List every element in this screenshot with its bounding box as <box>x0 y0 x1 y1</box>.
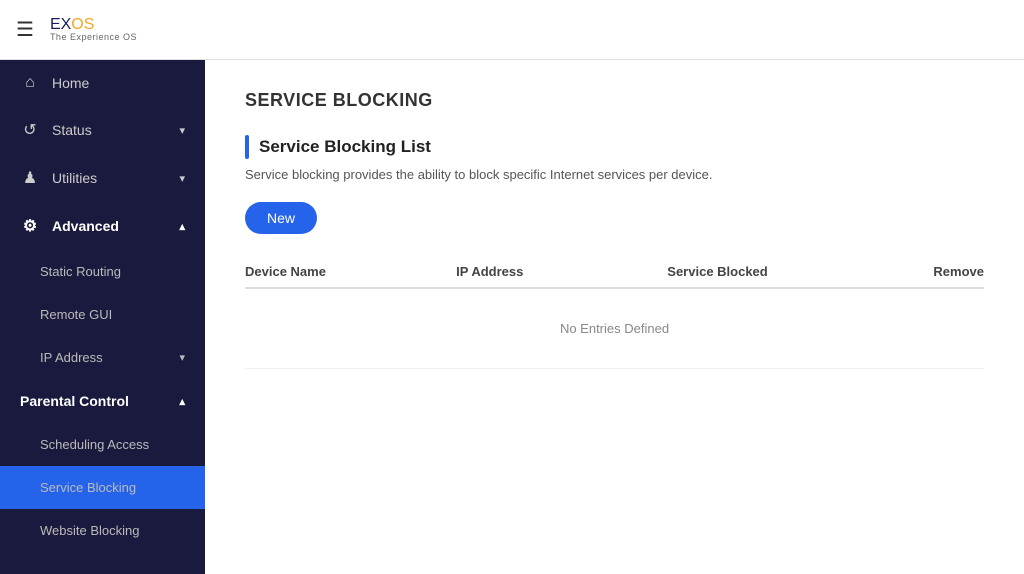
status-chevron: ▾ <box>179 124 185 137</box>
sidebar-item-parental-control[interactable]: Parental Control ▴ <box>0 379 205 423</box>
sidebar-item-home[interactable]: ⌂ Home <box>0 60 205 106</box>
sidebar-label-home: Home <box>52 75 185 91</box>
sidebar-item-static-routing[interactable]: Static Routing <box>0 250 205 293</box>
table-header: Device Name IP Address Service Blocked R… <box>245 264 984 289</box>
ip-address-chevron: ▾ <box>179 351 185 364</box>
hamburger-icon[interactable]: ☰ <box>16 17 34 42</box>
sidebar: ⌂ Home ↺ Status ▾ ♟ Utilities ▾ ⚙ Advanc… <box>0 60 205 574</box>
logo-os: OS <box>71 16 94 33</box>
sidebar-item-utilities[interactable]: ♟ Utilities ▾ <box>0 154 205 202</box>
sidebar-label-service-blocking: Service Blocking <box>40 480 185 495</box>
advanced-icon: ⚙ <box>20 216 40 236</box>
logo: EXOS The Experience OS <box>50 16 137 43</box>
sidebar-item-status[interactable]: ↺ Status ▾ <box>0 106 205 154</box>
section-header-bar: Service Blocking List <box>245 135 984 159</box>
top-header: ☰ EXOS The Experience OS <box>0 0 1024 60</box>
sidebar-label-website-blocking: Website Blocking <box>40 523 185 538</box>
col-device-name: Device Name <box>245 264 456 279</box>
utilities-chevron: ▾ <box>179 172 185 185</box>
service-blocking-table: Device Name IP Address Service Blocked R… <box>245 264 984 369</box>
col-remove: Remove <box>878 264 984 279</box>
sidebar-label-advanced: Advanced <box>52 218 175 234</box>
content-area: SERVICE BLOCKING Service Blocking List S… <box>205 60 1024 574</box>
section-accent <box>245 135 249 159</box>
new-button[interactable]: New <box>245 202 317 234</box>
utilities-icon: ♟ <box>20 168 40 188</box>
sidebar-item-website-blocking[interactable]: Website Blocking <box>0 509 205 552</box>
logo-ex: EX <box>50 16 71 33</box>
sidebar-label-status: Status <box>52 122 175 138</box>
page-title: SERVICE BLOCKING <box>245 90 984 111</box>
sidebar-label-ip-address: IP Address <box>40 350 175 365</box>
sidebar-item-service-blocking[interactable]: Service Blocking <box>0 466 205 509</box>
sidebar-item-remote-gui[interactable]: Remote GUI <box>0 293 205 336</box>
sidebar-label-static-routing: Static Routing <box>40 264 185 279</box>
no-entries-message: No Entries Defined <box>560 321 669 336</box>
sidebar-label-utilities: Utilities <box>52 170 175 186</box>
sidebar-item-advanced[interactable]: ⚙ Advanced ▴ <box>0 202 205 250</box>
parental-control-chevron: ▴ <box>179 395 185 408</box>
sidebar-label-parental-control: Parental Control <box>20 393 175 409</box>
sidebar-item-scheduling-access[interactable]: Scheduling Access <box>0 423 205 466</box>
sidebar-item-ip-address[interactable]: IP Address ▾ <box>0 336 205 379</box>
table-body: No Entries Defined <box>245 289 984 369</box>
section-title: Service Blocking List <box>259 137 431 157</box>
logo-subtitle: The Experience OS <box>50 33 137 43</box>
col-ip-address: IP Address <box>456 264 667 279</box>
section-description: Service blocking provides the ability to… <box>245 167 984 182</box>
sidebar-label-scheduling-access: Scheduling Access <box>40 437 185 452</box>
status-icon: ↺ <box>20 120 40 140</box>
main-layout: ⌂ Home ↺ Status ▾ ♟ Utilities ▾ ⚙ Advanc… <box>0 60 1024 574</box>
home-icon: ⌂ <box>20 74 40 92</box>
sidebar-label-remote-gui: Remote GUI <box>40 307 185 322</box>
col-service-blocked: Service Blocked <box>667 264 878 279</box>
advanced-chevron: ▴ <box>179 220 185 233</box>
